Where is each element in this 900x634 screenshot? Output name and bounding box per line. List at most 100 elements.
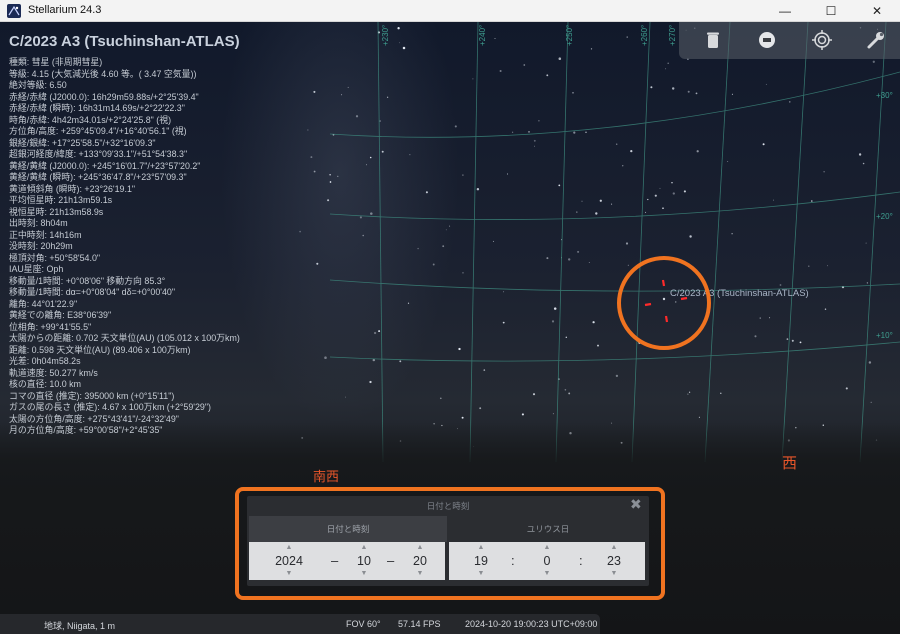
cardinal-west-label: 西: [782, 455, 798, 472]
star: [316, 262, 319, 265]
info-line: 銀経/銀緯: +17°25'58.5"/+32°16'09.3": [9, 137, 156, 148]
down-arrow-icon[interactable]: ▼: [599, 570, 629, 578]
star: [355, 115, 359, 118]
dialog-title: 日付と時刻: [426, 501, 470, 511]
star: [546, 74, 549, 77]
star: [439, 397, 442, 400]
down-arrow-icon[interactable]: ▼: [263, 570, 315, 578]
star: [507, 173, 508, 175]
close-icon[interactable]: ✖: [630, 496, 642, 513]
star: [786, 338, 789, 340]
trash-icon[interactable]: [701, 28, 725, 52]
datetime-text[interactable]: 2024-10-20 19:00:23 UTC+09:00: [465, 619, 597, 629]
maximize-button[interactable]: ☐: [808, 0, 854, 22]
grid-meridian: [469, 22, 479, 463]
star: [808, 265, 810, 267]
wrench-icon[interactable]: [864, 28, 888, 52]
grid-parallel: [329, 191, 900, 220]
second-spinner[interactable]: ▲ 23 ▼: [599, 542, 629, 580]
tab-date-time[interactable]: 日付と時刻: [249, 516, 447, 542]
fps-text: 57.14 FPS: [398, 619, 441, 629]
star: [345, 396, 346, 398]
date-separator: –: [331, 553, 339, 568]
location-text[interactable]: 地球, Niigata, 1 m: [44, 619, 115, 632]
star: [650, 86, 653, 89]
day-spinner[interactable]: ▲ 20 ▼: [405, 542, 435, 580]
day-value[interactable]: 20: [405, 554, 435, 568]
cardinal-southwest-label: 南西: [313, 469, 340, 484]
month-spinner[interactable]: ▲ 10 ▼: [347, 542, 381, 580]
star: [866, 282, 869, 284]
minimize-button[interactable]: —: [762, 0, 808, 22]
star: [381, 150, 384, 153]
info-line: IAU星座: Oph: [9, 264, 64, 274]
month-value[interactable]: 10: [347, 554, 381, 568]
grid-label: +260°: [640, 25, 649, 46]
star: [499, 69, 502, 73]
close-button[interactable]: ✕: [854, 0, 900, 22]
star: [449, 225, 451, 227]
star: [845, 387, 848, 390]
star: [759, 317, 761, 319]
down-arrow-icon[interactable]: ▼: [533, 570, 561, 578]
star: [590, 48, 593, 50]
up-arrow-icon[interactable]: ▲: [263, 544, 315, 552]
up-arrow-icon[interactable]: ▲: [599, 544, 629, 552]
star: [611, 203, 613, 205]
star: [662, 207, 664, 210]
star: [417, 247, 419, 250]
info-line: 種類: 彗星 (非周期彗星): [9, 57, 103, 67]
down-arrow-icon[interactable]: ▼: [405, 570, 435, 578]
grid-meridian: [555, 22, 569, 463]
info-line: ガスの尾の長さ (推定): 4.67 x 100万km (+2°59'29"): [9, 402, 211, 412]
star: [442, 245, 445, 248]
star: [551, 320, 555, 323]
info-line: コマの直径 (推定): 395000 km (+0°15'11"): [9, 390, 175, 401]
star: [597, 344, 599, 347]
star: [553, 307, 557, 310]
up-arrow-icon[interactable]: ▲: [347, 544, 381, 552]
status-bar: 地球, Niigata, 1 m FOV 60° 57.14 FPS 2024-…: [0, 614, 600, 634]
up-arrow-icon[interactable]: ▲: [533, 544, 561, 552]
target-icon[interactable]: [810, 28, 834, 52]
up-arrow-icon[interactable]: ▲: [467, 544, 495, 552]
date-spinners: ▲ 2024 ▼ – ▲ 10 ▼ – ▲ 20 ▼: [249, 542, 445, 580]
star: [532, 393, 536, 396]
star: [572, 91, 574, 94]
star: [462, 272, 464, 274]
minute-spinner[interactable]: ▲ 0 ▼: [533, 542, 561, 580]
minute-value[interactable]: 0: [533, 554, 561, 568]
tab-julian-day[interactable]: ユリウス日: [449, 516, 647, 542]
star: [523, 64, 526, 66]
grid-meridian: [377, 22, 384, 463]
star: [359, 216, 362, 219]
star: [577, 250, 580, 253]
year-value[interactable]: 2024: [263, 554, 315, 568]
year-spinner[interactable]: ▲ 2024 ▼: [263, 542, 315, 580]
star: [458, 347, 461, 351]
window-title: Stellarium 24.3: [28, 4, 102, 16]
star: [592, 321, 595, 324]
star: [373, 331, 377, 335]
sky-view[interactable]: +230° +240° +250° +260° +270° +30° +20° …: [0, 22, 900, 634]
down-arrow-icon[interactable]: ▼: [467, 570, 495, 578]
star: [698, 416, 700, 418]
hour-spinner[interactable]: ▲ 19 ▼: [467, 542, 495, 580]
star: [811, 200, 813, 202]
hour-value[interactable]: 19: [467, 554, 495, 568]
star: [565, 336, 567, 338]
info-line: 時角/赤緯: 4h42m34.01s/+2°24'25.8" (視): [9, 114, 172, 125]
star: [462, 174, 464, 176]
star: [386, 96, 389, 98]
star: [688, 391, 691, 393]
up-arrow-icon[interactable]: ▲: [405, 544, 435, 552]
star: [558, 57, 562, 60]
date-separator: –: [387, 553, 395, 568]
stop-icon[interactable]: [755, 28, 779, 52]
info-line: 視恒星時: 21h13m58.9s: [9, 206, 104, 217]
info-line: 太陽の方位角/高度: +275°43'41"/-24°32'49": [9, 413, 179, 424]
star: [576, 211, 578, 213]
second-value[interactable]: 23: [599, 554, 629, 568]
star: [564, 389, 567, 391]
down-arrow-icon[interactable]: ▼: [347, 570, 381, 578]
